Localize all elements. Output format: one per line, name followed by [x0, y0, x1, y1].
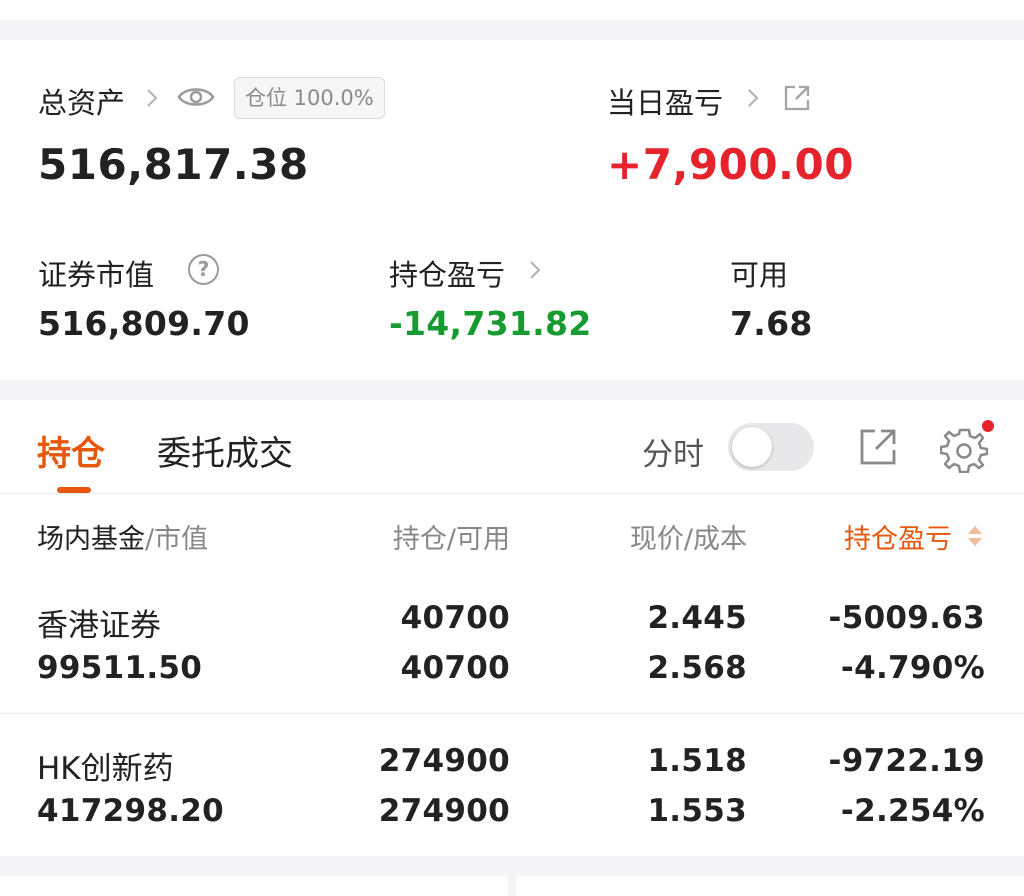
tabs-divider — [0, 493, 1024, 494]
daily-pnl-label[interactable]: 当日盈亏 — [607, 80, 723, 122]
eye-icon[interactable] — [177, 83, 215, 111]
fund-market-value: 417298.20 — [37, 793, 225, 829]
header-fund-label: 场内基金 — [37, 524, 145, 555]
chevron-right-icon[interactable] — [527, 257, 543, 283]
external-link-icon[interactable] — [783, 84, 811, 112]
available-label: 可用 — [730, 258, 789, 292]
holdings-card: 持仓 委托成交 分时 场内基金/市值 持仓/可用 现价/成本 持仓盈亏 香港证券… — [0, 400, 1024, 856]
toggle-knob — [732, 427, 772, 467]
top-strip — [0, 0, 1024, 20]
holding-pnl-label[interactable]: 持仓盈亏 — [389, 252, 505, 294]
intraday-toggle[interactable] — [728, 423, 814, 471]
bottom-panel-right — [516, 876, 1024, 896]
market-value-label: 证券市值 — [38, 258, 155, 292]
fund-name: 香港证券 — [37, 608, 161, 644]
row-divider — [0, 713, 1024, 714]
holding-pnl-value: -14,731.82 — [389, 304, 592, 343]
tab-orders[interactable]: 委托成交 — [157, 426, 293, 475]
tab-holdings[interactable]: 持仓 — [37, 426, 105, 475]
current-price: 1.518 — [647, 743, 747, 779]
external-link-icon[interactable] — [858, 427, 898, 467]
holding-pnl-percent: -2.254% — [840, 793, 985, 829]
position-qty: 274900 — [378, 743, 510, 779]
header-pnl[interactable]: 持仓盈亏 — [844, 517, 952, 556]
notification-dot — [982, 420, 994, 432]
fund-market-value: 99511.50 — [37, 650, 203, 686]
help-circle-icon[interactable]: ? — [188, 254, 219, 285]
table-row[interactable]: 香港证券 99511.50 40700 40700 2.445 2.568 -5… — [0, 578, 1024, 712]
daily-pnl-value: +7,900.00 — [607, 140, 854, 189]
position-ratio-badge: 仓位 100.0% — [234, 77, 385, 119]
holding-pnl: -5009.63 — [828, 600, 985, 636]
header-qty[interactable]: 持仓/可用 — [330, 517, 510, 556]
intraday-toggle-label: 分时 — [642, 437, 704, 473]
holding-pnl: -9722.19 — [828, 743, 985, 779]
available-value: 7.68 — [730, 304, 813, 343]
sort-icon[interactable] — [966, 524, 984, 548]
available-qty: 274900 — [378, 793, 510, 829]
header-name-market-value[interactable]: 场内基金/市值 — [37, 517, 208, 556]
total-assets-value: 516,817.38 — [38, 140, 309, 189]
header-market-value-label: /市值 — [145, 524, 209, 555]
total-assets-label[interactable]: 总资产 — [38, 80, 125, 122]
current-price: 2.445 — [647, 600, 747, 636]
account-summary-card: 总资产 仓位 100.0% 516,817.38 当日盈亏 +7,900.00 … — [0, 40, 1024, 380]
market-value-value: 516,809.70 — [38, 304, 250, 343]
chevron-right-icon[interactable] — [144, 85, 160, 111]
chevron-right-icon[interactable] — [745, 85, 761, 111]
gear-icon[interactable] — [940, 425, 988, 473]
holding-pnl-percent: -4.790% — [840, 650, 985, 686]
cost-price: 1.553 — [647, 793, 747, 829]
position-qty: 40700 — [400, 600, 510, 636]
bottom-panel-left — [0, 876, 508, 896]
table-row[interactable]: HK创新药 417298.20 274900 274900 1.518 1.55… — [0, 721, 1024, 855]
header-price[interactable]: 现价/成本 — [567, 517, 747, 556]
available-qty: 40700 — [400, 650, 510, 686]
fund-name: HK创新药 — [37, 751, 174, 787]
cost-price: 2.568 — [647, 650, 747, 686]
